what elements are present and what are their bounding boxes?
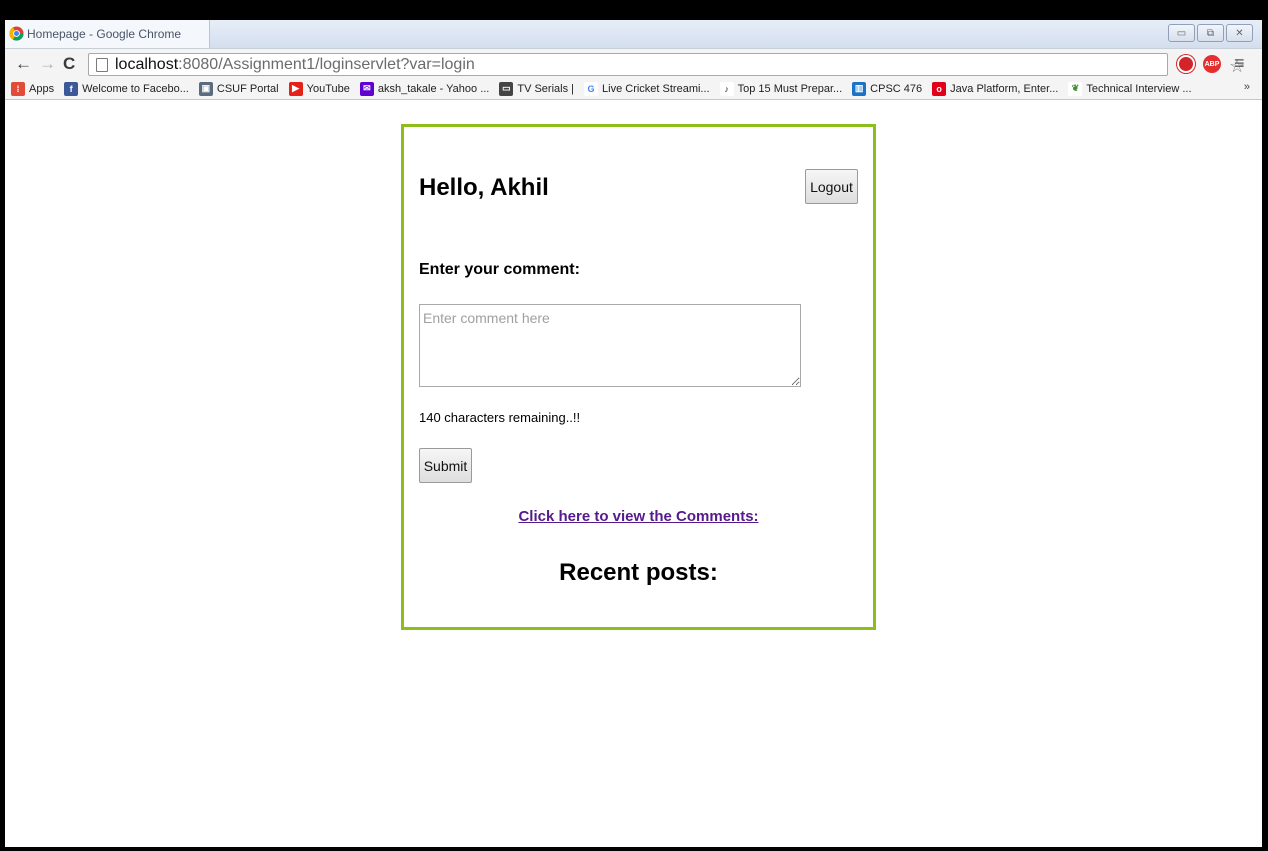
url-text: localhost:8080/Assignment1/loginservlet?… bbox=[115, 56, 475, 74]
characters-remaining: 140 characters remaining..!! bbox=[419, 410, 581, 425]
comment-label: Enter your comment: bbox=[419, 261, 580, 278]
bookmark-youtube[interactable]: ▶ YouTube bbox=[288, 81, 350, 96]
bookmark-cpsc-476[interactable]: ▥ CPSC 476 bbox=[852, 81, 923, 96]
bookmark-label: Live Cricket Streami... bbox=[602, 82, 710, 95]
bookmark-top-15[interactable]: ♪ Top 15 Must Prepar... bbox=[719, 81, 843, 96]
title-bar: Homepage - Google Chrome ▭ ⧉ ✕ bbox=[5, 20, 1262, 48]
page-content: Hello, Akhil Logout Enter your comment: … bbox=[5, 101, 1262, 847]
submit-button[interactable]: Submit bbox=[419, 448, 472, 483]
yahoo-mail-icon: ✉ bbox=[359, 81, 374, 96]
greeting-heading: Hello, Akhil bbox=[419, 174, 549, 201]
bookmark-apps[interactable]: ⁞ Apps bbox=[11, 81, 55, 96]
navigation-bar: ← → C localhost:8080/Assignment1/loginse… bbox=[5, 48, 1262, 78]
bookmark-label: aksh_takale - Yahoo ... bbox=[377, 82, 490, 95]
facebook-icon: f bbox=[64, 81, 79, 96]
bookmark-label: YouTube bbox=[306, 82, 350, 95]
adblock-plus-icon[interactable]: ABP bbox=[1203, 55, 1221, 73]
bookmark-label: Apps bbox=[29, 82, 55, 95]
address-bar[interactable]: localhost:8080/Assignment1/loginservlet?… bbox=[88, 53, 1245, 76]
back-arrow-icon[interactable]: ← bbox=[15, 54, 32, 74]
comment-input[interactable] bbox=[419, 304, 801, 387]
browser-tab[interactable]: Homepage - Google Chrome bbox=[5, 20, 210, 48]
forward-arrow-icon[interactable]: → bbox=[39, 54, 56, 74]
reload-icon[interactable]: C bbox=[63, 54, 75, 74]
restore-icon[interactable]: ⧉ bbox=[1197, 24, 1224, 42]
music-icon: ♪ bbox=[719, 81, 734, 96]
bookmark-label: Technical Interview ... bbox=[1086, 82, 1192, 95]
logout-button[interactable]: Logout bbox=[805, 169, 858, 204]
tv-serials-icon: ▭ bbox=[499, 81, 514, 96]
stop-extension-icon[interactable] bbox=[1177, 55, 1195, 73]
bookmarks-overflow-icon[interactable]: » bbox=[1244, 81, 1250, 93]
bookmark-label: Java Platform, Enter... bbox=[950, 82, 1059, 95]
apps-icon: ⁞ bbox=[11, 81, 25, 96]
tab-title: Homepage - Google Chrome bbox=[27, 27, 182, 41]
page-icon bbox=[96, 58, 108, 72]
comment-card: Hello, Akhil Logout Enter your comment: … bbox=[401, 124, 876, 630]
oracle-icon: o bbox=[932, 81, 947, 96]
close-icon[interactable]: ✕ bbox=[1226, 24, 1253, 42]
bookmark-live-cricket[interactable]: G Live Cricket Streami... bbox=[584, 81, 710, 96]
bookmark-technical-interview[interactable]: ❦ Technical Interview ... bbox=[1068, 81, 1192, 96]
board-icon: ▥ bbox=[852, 81, 867, 96]
google-icon: G bbox=[584, 81, 599, 96]
youtube-icon: ▶ bbox=[288, 81, 303, 96]
url-host: localhost bbox=[115, 55, 179, 73]
bookmark-label: Welcome to Facebo... bbox=[82, 82, 189, 95]
chrome-logo-icon bbox=[9, 26, 24, 41]
bookmark-label: Top 15 Must Prepar... bbox=[737, 82, 843, 95]
bookmark-yahoo-mail[interactable]: ✉ aksh_takale - Yahoo ... bbox=[359, 81, 490, 96]
minimize-icon[interactable]: ▭ bbox=[1168, 24, 1195, 42]
url-path: :8080/Assignment1/loginservlet?var=login bbox=[178, 55, 475, 73]
bookmark-label: CSUF Portal bbox=[216, 82, 279, 95]
recent-posts-heading: Recent posts: bbox=[559, 559, 718, 586]
menu-icon[interactable]: ≡ bbox=[1234, 53, 1245, 74]
bookmark-facebook[interactable]: f Welcome to Facebo... bbox=[64, 81, 189, 96]
bookmark-java-platform[interactable]: o Java Platform, Enter... bbox=[932, 81, 1059, 96]
bookmark-label: TV Serials | bbox=[517, 82, 575, 95]
bookmark-label: CPSC 476 bbox=[870, 82, 923, 95]
portal-icon: ▣ bbox=[198, 81, 213, 96]
bookmark-csuf-portal[interactable]: ▣ CSUF Portal bbox=[198, 81, 279, 96]
browser-window: Homepage - Google Chrome ▭ ⧉ ✕ ← → C loc… bbox=[5, 20, 1262, 847]
view-comments-link[interactable]: Click here to view the Comments: bbox=[404, 508, 873, 525]
bookmark-tv-serials[interactable]: ▭ TV Serials | bbox=[499, 81, 575, 96]
leaf-icon: ❦ bbox=[1068, 81, 1083, 96]
bookmarks-bar: ⁞ Apps f Welcome to Facebo... ▣ CSUF Portal… bbox=[5, 78, 1262, 100]
